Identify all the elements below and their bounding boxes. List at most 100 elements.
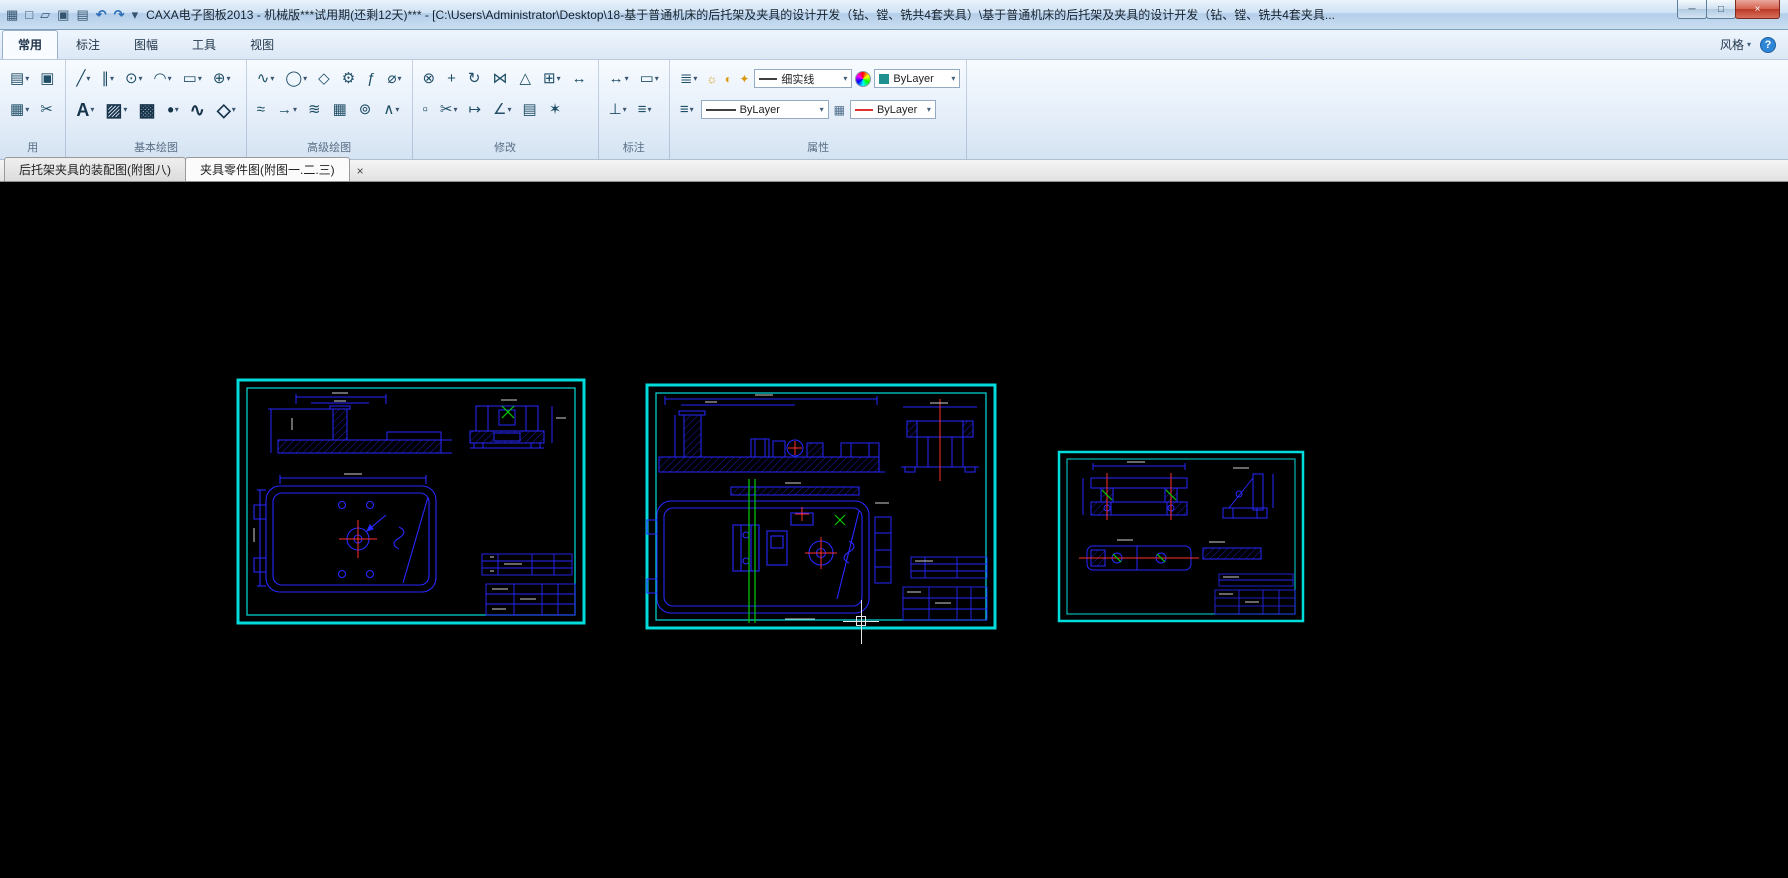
circle-icon[interactable]: ⊙ ▾	[121, 68, 147, 89]
tab-view[interactable]: 视图	[234, 30, 290, 59]
line-icon[interactable]: ╱ ▾	[72, 68, 94, 89]
ribbon-right-cluster: 风格 ▾ ?	[1720, 30, 1776, 59]
zigzag-icon[interactable]: ∧ ▾	[379, 99, 403, 120]
sheet3-dim-text-marks	[1117, 461, 1259, 603]
tab-dimension[interactable]: 标注	[60, 30, 116, 59]
pattern-icon[interactable]: ▦	[832, 103, 847, 117]
polygon-icon[interactable]: ◇	[314, 68, 335, 89]
qat-dropdown-icon[interactable]: ▾	[132, 8, 139, 21]
erase-icon[interactable]: ⊗	[419, 68, 441, 89]
tab-sheet[interactable]: 图幅	[118, 30, 174, 59]
dimension-icon[interactable]: ↔ ▾	[605, 68, 633, 89]
rotate-icon[interactable]: ↻	[464, 68, 486, 89]
group-label-modify: 修改	[494, 142, 517, 154]
explode-icon[interactable]: ✶	[545, 99, 567, 120]
ribbon-group-advanced-drawing: ∿ ▾ ◯ ▾ ◇ ⚙ ƒ ⌀ ▾ ≈ → ▾ ≋ ▦ ⊚ ∧ ▾ 高级绘图	[247, 60, 413, 159]
layer-on-icon[interactable]: ☼	[704, 71, 719, 87]
doc-tab-fixture-parts-drawing[interactable]: 夹具零件图(附图一.二.三)	[185, 157, 350, 181]
block-icon[interactable]: ◇ ▾	[213, 98, 240, 122]
color-swatch	[879, 73, 890, 84]
sheet1-frame	[236, 378, 586, 625]
tab-tools[interactable]: 工具	[176, 30, 232, 59]
formula-curve-icon[interactable]: ƒ	[363, 68, 380, 89]
ribbon-group-dimension: ↔ ▾ ▭ ▾ ⊥ ▾ ≡ ▾ 标注	[599, 60, 670, 159]
rectangle-icon[interactable]: ▭ ▾	[179, 68, 206, 89]
layers-icon[interactable]: ≣ ▾	[676, 68, 702, 89]
drawing-sheet-2[interactable]	[645, 383, 997, 630]
scale-icon[interactable]: △	[515, 68, 536, 89]
minimize-button[interactable]: ─	[1677, 0, 1707, 19]
style-button[interactable]: 风格 ▾	[1720, 36, 1751, 53]
drawing-sheet-3[interactable]	[1057, 450, 1305, 623]
window-controls: ─ □ ×	[1677, 0, 1780, 19]
linetype-combo[interactable]: 细实线 ▾	[754, 69, 853, 88]
pick-edit-icon[interactable]: ▫	[419, 99, 433, 120]
save-icon[interactable]: ▣	[57, 8, 69, 21]
spline-icon[interactable]: ∿	[186, 98, 210, 122]
copy-icon[interactable]: ▣	[36, 68, 59, 89]
array-icon[interactable]: ⊞ ▾	[539, 68, 565, 89]
move-icon[interactable]: +	[443, 68, 461, 89]
drawing-sheet-1[interactable]	[236, 378, 586, 625]
table-icon[interactable]: ▦	[329, 99, 352, 120]
close-button[interactable]: ×	[1735, 0, 1780, 19]
dim-style-icon[interactable]: ▭ ▾	[636, 68, 663, 89]
advanced-drawing-row-2: ≈ → ▾ ≋ ▦ ⊚ ∧ ▾	[253, 97, 406, 122]
cut-icon[interactable]: ✂	[36, 99, 58, 120]
hole-axis-icon[interactable]: ⌀ ▾	[383, 68, 405, 89]
point-icon[interactable]: • ▾	[163, 98, 182, 122]
color-combo[interactable]: ByLayer ▾	[874, 69, 961, 88]
color-wheel-icon[interactable]	[855, 70, 872, 87]
sheet1-bracket-view	[469, 405, 553, 449]
print-icon[interactable]: ▤	[76, 8, 88, 21]
ribbon: ▤ ▾ ▣ ▦ ▾ ✂ 用 ╱ ▾ ∥ ▾ ⊙ ▾ ◠ ▾ ▭ ▾ ⊕ ▾ A …	[0, 60, 1788, 160]
new-file-icon[interactable]: □	[25, 8, 33, 21]
paste-icon[interactable]: ▤ ▾	[6, 68, 33, 89]
undo-icon[interactable]: ↶	[96, 8, 107, 21]
double-fold-line-icon[interactable]: ≋	[304, 99, 326, 120]
help-icon[interactable]: ?	[1760, 36, 1776, 53]
open-file-icon[interactable]: ▱	[40, 8, 50, 21]
text-annotation-icon[interactable]: ≡ ▾	[634, 99, 656, 120]
local-detail-icon[interactable]: ⊚	[355, 99, 377, 120]
properties-row-2: ≡ ▾ ByLayer ▾ ▦ ByLayer ▾	[676, 97, 961, 122]
close-document-icon[interactable]: ×	[357, 165, 364, 177]
chevron-down-icon: ▾	[1746, 40, 1751, 49]
linetype2-combo[interactable]: ByLayer ▾	[849, 100, 936, 119]
curve-icon[interactable]: ∿ ▾	[253, 68, 279, 89]
arc-icon[interactable]: ◠ ▾	[150, 68, 176, 89]
layer-freeze-icon[interactable]: ◐	[723, 71, 734, 87]
centerline-icon[interactable]: ⊕ ▾	[209, 68, 235, 89]
redo-icon[interactable]: ↷	[114, 8, 125, 21]
linewidth-combo[interactable]: ByLayer ▾	[700, 100, 829, 119]
stretch-icon[interactable]: ↔	[568, 68, 592, 89]
arrow-icon[interactable]: → ▾	[273, 99, 301, 120]
trim-icon[interactable]: ✂ ▾	[436, 99, 462, 120]
drawing-canvas[interactable]	[0, 182, 1788, 878]
hatch-icon[interactable]: ▨ ▾	[101, 98, 131, 122]
tab-common[interactable]: 常用	[2, 30, 59, 59]
document-tab-bar: 后托架夹具的装配图(附图八) 夹具零件图(附图一.二.三) ×	[0, 157, 1788, 182]
fill-icon[interactable]: ▩	[134, 98, 160, 122]
format-brush-icon[interactable]: ▦ ▾	[6, 99, 33, 120]
layer-lock-icon[interactable]: ✦	[737, 71, 751, 87]
parallel-line-icon[interactable]: ∥ ▾	[97, 68, 118, 89]
maximize-button[interactable]: □	[1706, 0, 1736, 19]
chevron-down-icon: ▾	[843, 74, 848, 83]
extend-icon[interactable]: ↦	[464, 99, 486, 120]
mirror-icon[interactable]: ⋈	[488, 68, 512, 89]
ellipse-icon[interactable]: ◯ ▾	[281, 68, 311, 89]
app-icon[interactable]: ▦	[6, 8, 18, 21]
chamfer-icon[interactable]: ∠ ▾	[489, 99, 515, 120]
caxa-window: ▦ □ ▱ ▣ ▤ ↶ ↷ ▾ CAXA电子图板2013 - 机械版***试用期…	[0, 0, 1788, 878]
doc-tab-assembly-drawing[interactable]: 后托架夹具的装配图(附图八)	[4, 157, 186, 181]
coordinate-dim-icon[interactable]: ⊥ ▾	[605, 99, 631, 120]
copy-object-icon[interactable]: ▤	[519, 99, 542, 120]
text-icon[interactable]: A ▾	[72, 98, 98, 122]
clipboard-row-2: ▦ ▾ ✂	[6, 97, 59, 122]
gear-icon[interactable]: ⚙	[338, 68, 360, 89]
wave-line-icon[interactable]: ≈	[253, 99, 270, 120]
linewidth-icon[interactable]: ≡ ▾	[676, 99, 698, 120]
chevron-down-icon: ▾	[926, 105, 931, 114]
group-label-properties: 属性	[807, 142, 830, 154]
